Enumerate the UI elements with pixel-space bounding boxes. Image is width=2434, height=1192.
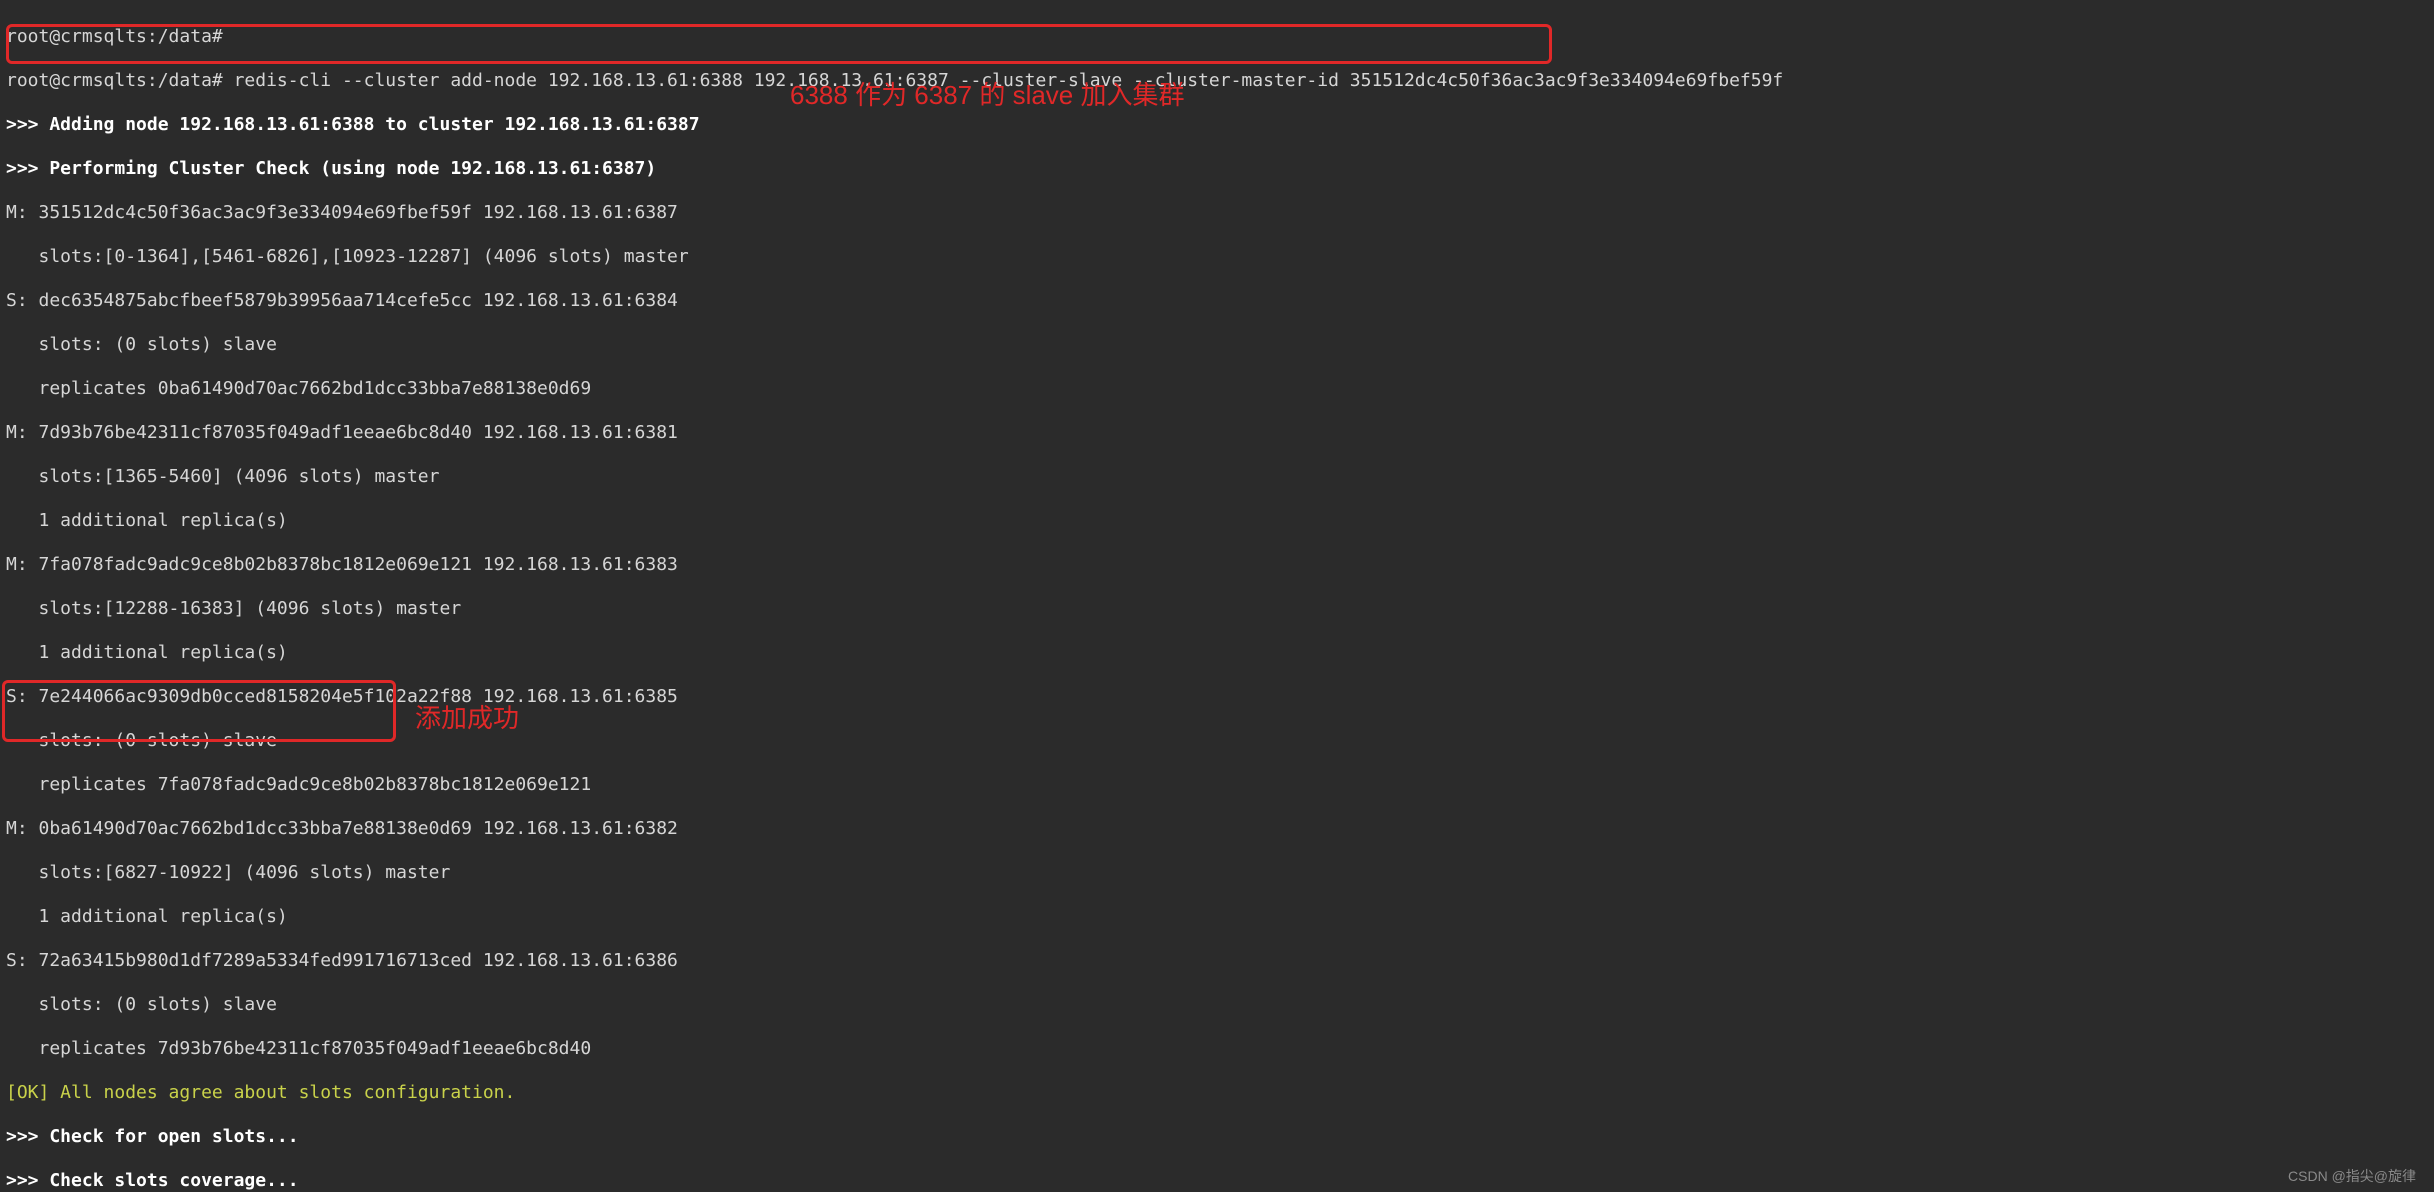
output-line: slots:[0-1364],[5461-6826],[10923-12287]…: [6, 246, 2428, 268]
output-line: >>> Adding node 192.168.13.61:6388 to cl…: [6, 114, 2428, 136]
prompt-line: root@crmsqlts:/data#: [6, 26, 2428, 48]
output-line: 1 additional replica(s): [6, 642, 2428, 664]
output-line: M: 351512dc4c50f36ac3ac9f3e334094e69fbef…: [6, 202, 2428, 224]
command-line: root@crmsqlts:/data# redis-cli --cluster…: [6, 70, 2428, 92]
output-line: slots:[6827-10922] (4096 slots) master: [6, 862, 2428, 884]
output-line: slots: (0 slots) slave: [6, 730, 2428, 752]
output-line: M: 7d93b76be42311cf87035f049adf1eeae6bc8…: [6, 422, 2428, 444]
output-line: slots:[1365-5460] (4096 slots) master: [6, 466, 2428, 488]
output-line: >>> Check slots coverage...: [6, 1170, 2428, 1192]
output-line: replicates 0ba61490d70ac7662bd1dcc33bba7…: [6, 378, 2428, 400]
output-line: slots: (0 slots) slave: [6, 994, 2428, 1016]
output-line: slots: (0 slots) slave: [6, 334, 2428, 356]
output-line: S: 72a63415b980d1df7289a5334fed991716713…: [6, 950, 2428, 972]
output-line: S: 7e244066ac9309db0cced8158204e5f102a22…: [6, 686, 2428, 708]
output-line: 1 additional replica(s): [6, 510, 2428, 532]
watermark-text: CSDN @指尖@旋律: [2288, 1166, 2416, 1186]
output-line: replicates 7fa078fadc9adc9ce8b02b8378bc1…: [6, 774, 2428, 796]
output-line: M: 7fa078fadc9adc9ce8b02b8378bc1812e069e…: [6, 554, 2428, 576]
terminal-output[interactable]: root@crmsqlts:/data# root@crmsqlts:/data…: [0, 0, 2434, 1192]
output-line: slots:[12288-16383] (4096 slots) master: [6, 598, 2428, 620]
output-line: 1 additional replica(s): [6, 906, 2428, 928]
output-line: S: dec6354875abcfbeef5879b39956aa714cefe…: [6, 290, 2428, 312]
ok-line: [OK] All nodes agree about slots configu…: [6, 1082, 2428, 1104]
output-line: M: 0ba61490d70ac7662bd1dcc33bba7e88138e0…: [6, 818, 2428, 840]
output-line: replicates 7d93b76be42311cf87035f049adf1…: [6, 1038, 2428, 1060]
output-line: >>> Check for open slots...: [6, 1126, 2428, 1148]
output-line: >>> Performing Cluster Check (using node…: [6, 158, 2428, 180]
